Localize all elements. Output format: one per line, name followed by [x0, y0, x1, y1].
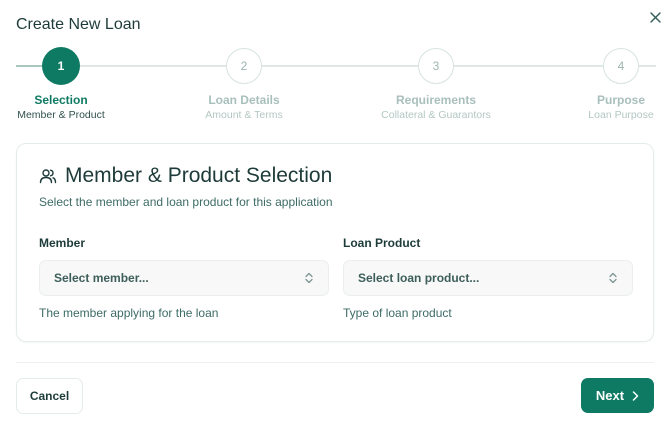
member-label: Member — [39, 236, 86, 250]
step-1-label: Selection — [34, 93, 88, 107]
product-help: Type of loan product — [343, 306, 452, 320]
step-4-sublabel: Loan Purpose — [588, 109, 654, 121]
card-subtitle: Select the member and loan product for t… — [39, 195, 333, 209]
next-button-label: Next — [595, 388, 625, 403]
product-select-placeholder: Select loan product... — [358, 271, 480, 285]
create-loan-dialog: Create New Loan 1 2 3 4 Selection Member… — [0, 0, 672, 431]
product-label: Loan Product — [343, 236, 421, 250]
stepper-track — [16, 65, 656, 67]
step-4-label: Purpose — [596, 93, 645, 107]
dialog-title: Create New Loan — [16, 16, 141, 33]
card-header: Member & Product Selection — [39, 164, 332, 188]
step-2-sublabel: Amount & Terms — [205, 109, 283, 121]
card-title: Member & Product Selection — [65, 164, 333, 187]
footer-divider — [16, 362, 654, 363]
next-button[interactable]: Next — [581, 378, 654, 413]
chevron-up-down-icon — [305, 272, 313, 284]
chevron-up-down-icon — [609, 272, 617, 284]
step-1-indicator[interactable]: 1 — [43, 48, 79, 84]
product-select[interactable]: Select loan product... — [343, 260, 633, 296]
step-3-sublabel: Collateral & Guarantors — [381, 109, 491, 121]
member-select-placeholder: Select member... — [54, 271, 149, 285]
step-1-sublabel: Member & Product — [17, 109, 105, 121]
member-help: The member applying for the loan — [39, 306, 219, 320]
close-button[interactable] — [646, 8, 664, 26]
step-3-label: Requirements — [395, 93, 477, 107]
step-4-indicator[interactable]: 4 — [603, 48, 639, 84]
member-select[interactable]: Select member... — [39, 260, 329, 296]
cancel-button[interactable]: Cancel — [16, 378, 83, 414]
step-3-indicator[interactable]: 3 — [418, 48, 454, 84]
step-2-label: Loan Details — [208, 93, 280, 107]
chevron-right-icon — [632, 390, 639, 401]
step-2-indicator[interactable]: 2 — [226, 48, 262, 84]
selection-card: Member & Product Selection Select the me… — [16, 143, 654, 342]
users-icon — [39, 169, 57, 184]
close-icon — [649, 11, 661, 23]
